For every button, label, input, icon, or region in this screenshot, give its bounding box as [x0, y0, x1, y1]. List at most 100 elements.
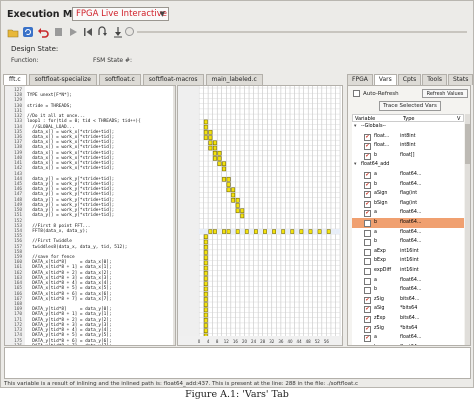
var-type: float64... — [400, 287, 422, 293]
vars-row[interactable]: ✔ a float64... — [352, 170, 464, 180]
vars-row[interactable]: b float64... — [352, 218, 464, 228]
auto-refresh-checkbox[interactable] — [353, 90, 360, 97]
chevron-down-icon: ▼ — [159, 10, 165, 18]
var-trace-checkbox[interactable] — [364, 287, 371, 295]
vars-row[interactable]: ✔ zSig *bits64 — [352, 324, 464, 334]
vars-row[interactable]: ✔ a float64... — [352, 333, 464, 343]
var-trace-checkbox[interactable] — [364, 248, 371, 256]
vars-row[interactable]: ✔b float64... — [352, 180, 464, 190]
vars-row[interactable]: aExp int16int — [352, 247, 464, 257]
var-trace-checkbox[interactable]: ✔ — [364, 200, 371, 208]
schedule-cell — [222, 229, 226, 234]
var-trace-checkbox[interactable] — [364, 220, 371, 227]
var-type: bits64... — [400, 316, 420, 321]
tab-softfloat-macros[interactable]: softfloat-macros — [142, 74, 204, 85]
open-folder-icon[interactable] — [7, 26, 19, 38]
vars-row[interactable]: b float64... — [352, 285, 464, 295]
vars-group-row[interactable]: ▾ --Globals-- — [352, 122, 464, 132]
schedule-cell — [308, 229, 313, 234]
var-trace-checkbox[interactable]: ✔ — [364, 133, 371, 141]
vars-scrollbar[interactable] — [465, 114, 470, 345]
var-trace-checkbox[interactable] — [364, 229, 371, 237]
x-tick-label: 24 — [251, 339, 257, 344]
schedule-view[interactable]: 0 4 8 12 16 20 24 28 32 36 40 44 48 52 56 — [177, 85, 343, 346]
var-trace-checkbox[interactable]: ✔ — [364, 344, 371, 345]
var-name: float... — [374, 133, 390, 139]
code-line: data_x[] = work_x[*stride+tid]; — [27, 166, 115, 172]
expand-triangle-icon[interactable]: ▾ — [354, 122, 356, 132]
trace-selected-vars-button[interactable]: Trace Selected Vars — [379, 101, 441, 111]
schedule-cell — [217, 156, 222, 161]
vars-row[interactable]: bExp int16int — [352, 256, 464, 266]
code-scrollbar[interactable] — [173, 86, 175, 345]
timeline-slider-handle[interactable] — [125, 27, 134, 36]
step-back-icon[interactable] — [82, 26, 94, 38]
code-editor[interactable]: 127 128 TYPE unext[F*N*]; 129 130 stride = TH… — [4, 85, 176, 346]
schedule-cell — [203, 135, 208, 140]
step-over-icon[interactable] — [97, 26, 109, 38]
vars-row[interactable]: a float64... — [352, 228, 464, 238]
vars-row[interactable]: ✔ b float[] — [352, 151, 464, 161]
var-trace-checkbox[interactable]: ✔ — [364, 143, 371, 151]
tab-main-labeled-c[interactable]: main_labeled.c — [205, 74, 263, 85]
var-trace-checkbox[interactable] — [364, 268, 371, 275]
var-trace-checkbox[interactable] — [364, 239, 371, 247]
var-trace-checkbox[interactable]: ✔ — [364, 210, 371, 218]
x-tick-label: 48 — [306, 339, 312, 344]
tab-cpts[interactable]: Cpts — [397, 74, 422, 85]
expand-triangle-icon[interactable]: ▾ — [354, 160, 356, 170]
vars-row[interactable]: ✔b float64... — [352, 343, 464, 345]
x-tick-label: 0 — [198, 339, 201, 344]
schedule-cell — [272, 229, 277, 234]
tab-softfloat-specialize[interactable]: softfloat-specialize — [28, 74, 97, 85]
tab-stats[interactable]: Stats — [448, 74, 473, 85]
var-trace-checkbox[interactable]: ✔ — [364, 172, 371, 179]
var-trace-checkbox[interactable]: ✔ — [364, 325, 371, 333]
vars-row[interactable]: ✔ bSign flag(int — [352, 199, 464, 209]
vars-row[interactable]: ✔ a float64... — [352, 208, 464, 218]
vars-row[interactable]: a float64... — [352, 276, 464, 286]
var-trace-checkbox[interactable]: ✔ — [364, 152, 371, 160]
schedule-cell — [213, 145, 217, 151]
undo-icon[interactable] — [37, 26, 49, 38]
vars-row[interactable]: ✔ zExp bits64... — [352, 314, 464, 324]
vars-row[interactable]: ✔ float... int8int — [352, 141, 464, 151]
vars-scrollbar-thumb[interactable] — [465, 124, 470, 164]
tab-fpga[interactable]: FPGA — [347, 74, 373, 85]
refresh-values-button[interactable]: Refresh Values — [422, 89, 468, 98]
schedule-cell — [208, 140, 213, 146]
var-type: float64... — [400, 210, 422, 216]
var-trace-checkbox[interactable]: ✔ — [364, 306, 371, 314]
schedule-cell — [203, 234, 208, 240]
var-trace-checkbox[interactable]: ✔ — [364, 181, 371, 189]
var-trace-checkbox[interactable]: ✔ — [364, 296, 371, 304]
auto-refresh-toggle[interactable]: Auto-Refresh — [353, 90, 399, 97]
schedule-cell — [226, 182, 231, 187]
schedule-cell — [235, 197, 240, 203]
tab-fft-c[interactable]: fft.c — [3, 74, 27, 85]
vars-row[interactable]: b float64... — [352, 237, 464, 247]
var-type: int16int — [400, 258, 419, 264]
var-name: aSign — [374, 191, 388, 197]
vars-row[interactable]: ✔ float... int8int — [352, 132, 464, 142]
vars-group-row[interactable]: ▾ float64_add — [352, 160, 464, 170]
var-trace-checkbox[interactable] — [364, 258, 371, 266]
vars-row[interactable]: expDiff int16int — [352, 266, 464, 276]
refresh-icon[interactable] — [22, 26, 34, 38]
stop-icon[interactable] — [52, 26, 64, 38]
tab-vars[interactable]: Vars — [373, 74, 397, 85]
var-trace-checkbox[interactable]: ✔ — [364, 335, 371, 343]
execution-mode-select[interactable]: FPGA Live Interactive ▼ — [72, 7, 169, 21]
var-trace-checkbox[interactable]: ✔ — [364, 191, 371, 199]
timeline-slider[interactable] — [137, 31, 467, 33]
vars-row[interactable]: ✔ zSig bits64... — [352, 295, 464, 305]
tab-tools[interactable]: Tools — [422, 74, 448, 85]
vars-tree[interactable]: ▾ --Globals-- ✔ float... int8int ✔ float... int… — [352, 122, 464, 345]
vars-row[interactable]: ✔ aSig *bits64 — [352, 304, 464, 314]
step-into-icon[interactable] — [112, 26, 124, 38]
var-trace-checkbox[interactable] — [364, 277, 371, 285]
var-trace-checkbox[interactable]: ✔ — [364, 316, 371, 323]
play-icon[interactable] — [67, 26, 79, 38]
vars-row[interactable]: ✔ aSign flag(int — [352, 189, 464, 199]
tab-softfloat-c[interactable]: softfloat.c — [98, 74, 141, 85]
